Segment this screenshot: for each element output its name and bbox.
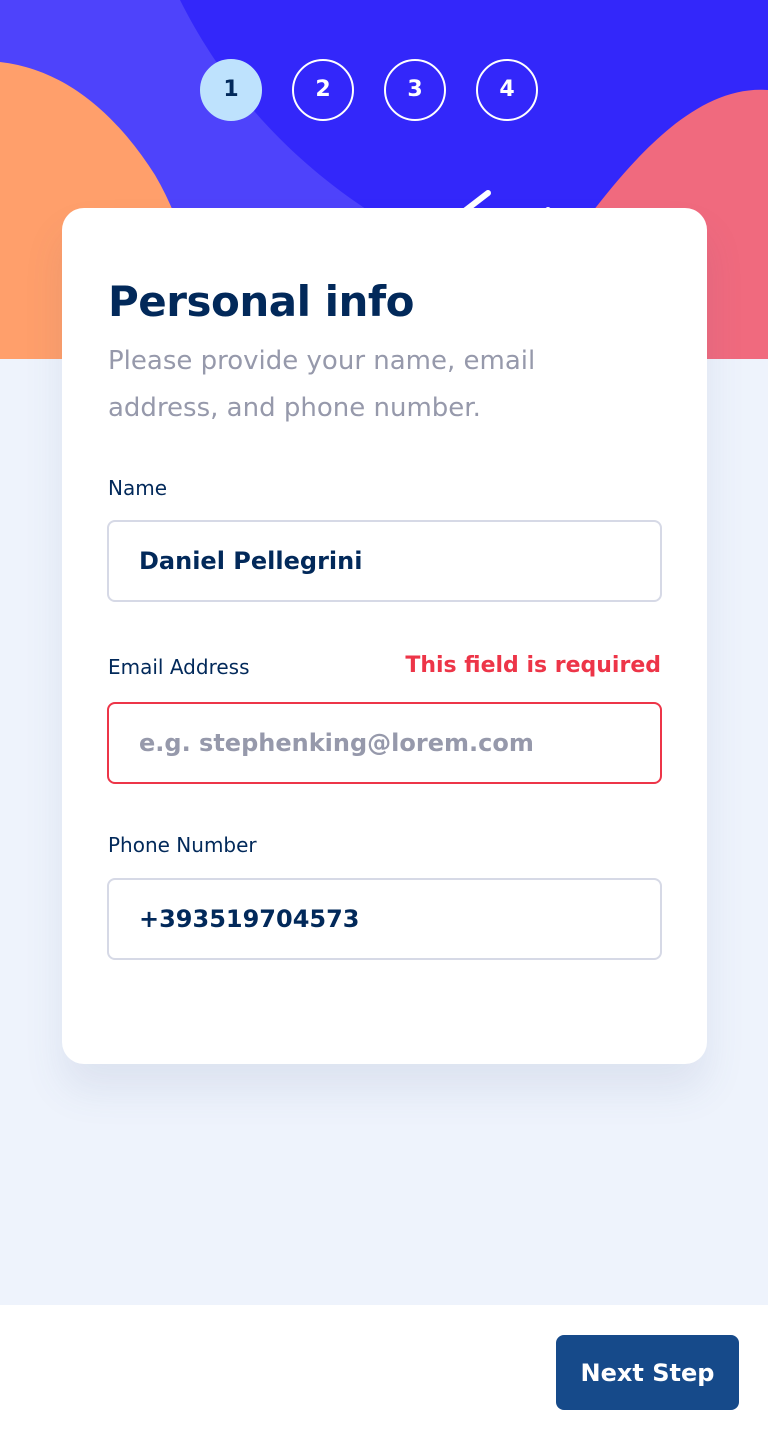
step-indicator: 1 2 3 4 xyxy=(0,59,768,121)
phone-label: Phone Number xyxy=(108,833,257,857)
phone-input[interactable] xyxy=(107,878,662,960)
step-2-button[interactable]: 2 xyxy=(292,59,354,121)
step-1-button[interactable]: 1 xyxy=(200,59,262,121)
email-input[interactable] xyxy=(107,702,662,784)
name-label: Name xyxy=(108,476,168,500)
page-title: Personal info xyxy=(108,277,415,326)
personal-info-card: Personal info Please provide your name, … xyxy=(62,208,707,1064)
email-error-message: This field is required xyxy=(405,653,661,678)
step-4-button[interactable]: 4 xyxy=(476,59,538,121)
page-subtitle: Please provide your name, email address,… xyxy=(108,346,536,423)
step-3-button[interactable]: 3 xyxy=(384,59,446,121)
name-input[interactable] xyxy=(107,520,662,602)
next-step-button[interactable]: Next Step xyxy=(556,1335,739,1410)
email-label: Email Address xyxy=(108,655,250,679)
footer-bar: Next Step xyxy=(0,1305,768,1440)
